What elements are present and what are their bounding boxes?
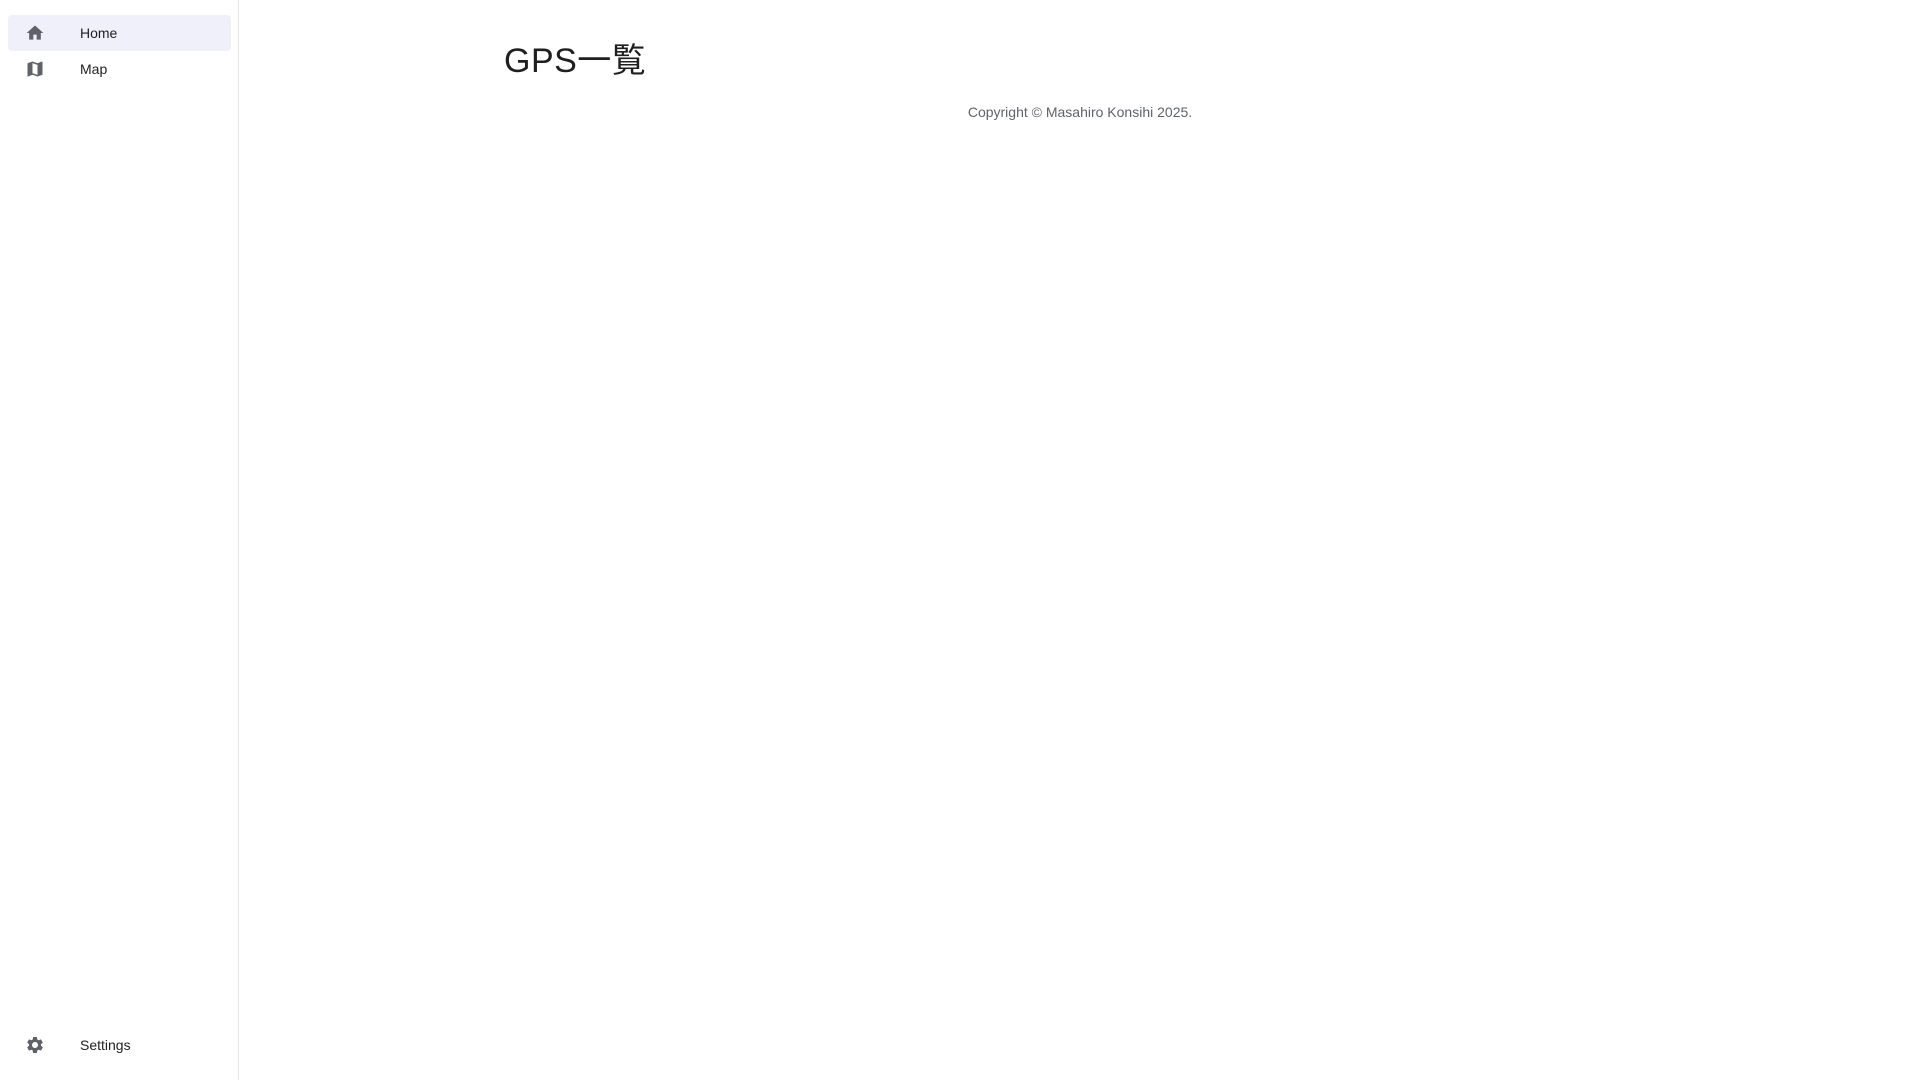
sidebar-item-home[interactable]: Home — [8, 15, 231, 51]
sidebar-item-map[interactable]: Map — [8, 51, 231, 87]
sidebar-item-label: Home — [80, 25, 118, 41]
main-content: GPS一覧 Copyright © Masahiro Konsihi 2025. — [240, 0, 1920, 1080]
sidebar-nav: Home Map — [8, 15, 231, 87]
sidebar-footer: Settings — [8, 1027, 231, 1063]
sidebar: Home Map Settings — [0, 0, 239, 1080]
app-root: Home Map Settings GPS一覧 Copyright © Masa… — [0, 0, 1920, 1080]
home-icon — [25, 23, 45, 43]
copyright-text: Copyright © Masahiro Konsihi 2025. — [967, 104, 1193, 120]
map-icon — [25, 59, 45, 79]
page-title: GPS一覧 — [504, 42, 647, 80]
sidebar-item-settings[interactable]: Settings — [8, 1027, 231, 1063]
sidebar-item-label: Settings — [80, 1037, 131, 1053]
sidebar-item-label: Map — [80, 61, 108, 77]
gear-icon — [25, 1035, 45, 1055]
